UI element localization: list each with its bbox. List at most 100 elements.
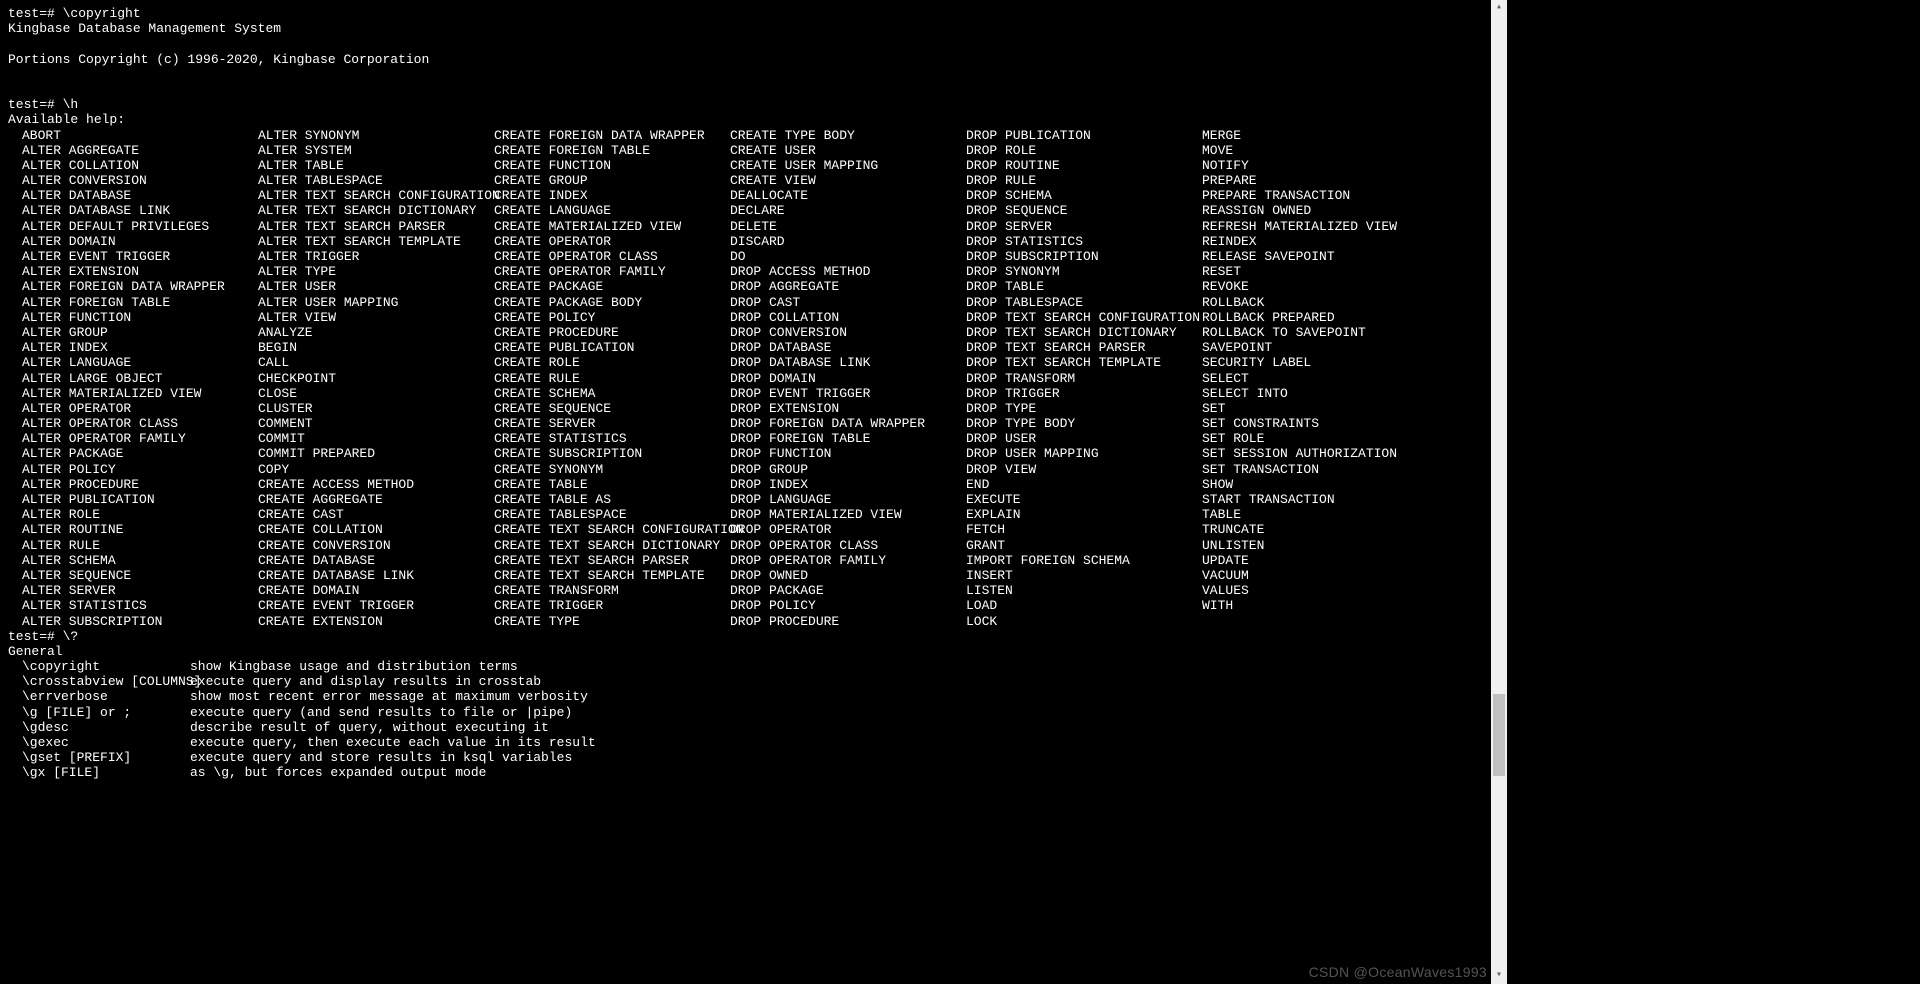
help-topic: START TRANSACTION [1202,492,1335,507]
help-topic: FETCH [966,522,1202,537]
help-topic: ALTER TEXT SEARCH PARSER [258,219,494,234]
help-topic: ALTER FOREIGN TABLE [22,295,258,310]
help-topic: DROP DOMAIN [730,371,966,386]
help-topic: DROP SUBSCRIPTION [966,249,1202,264]
help-row: ALTER COLLATIONALTER TABLECREATE FUNCTIO… [8,158,1499,173]
help-topic: ALTER EVENT TRIGGER [22,249,258,264]
help-topic: DROP OPERATOR FAMILY [730,553,966,568]
help-topic: DROP STATISTICS [966,234,1202,249]
general-cmd-desc: execute query (and send results to file … [190,705,572,720]
help-topic: ALTER TEXT SEARCH TEMPLATE [258,234,494,249]
general-section-label: General [8,644,63,659]
help-topic: ALTER USER MAPPING [258,295,494,310]
help-topic: CREATE MATERIALIZED VIEW [494,219,730,234]
copyright-portions: Portions Copyright (c) 1996-2020, Kingba… [8,52,429,67]
help-topic: ALTER SCHEMA [22,553,258,568]
help-topic: ALTER OPERATOR FAMILY [22,431,258,446]
help-row: ALTER POLICYCOPYCREATE SYNONYMDROP GROUP… [8,462,1499,477]
help-topic: SET SESSION AUTHORIZATION [1202,446,1397,461]
typed-command-h: \h [63,97,79,112]
help-topic: GRANT [966,538,1202,553]
help-row: ALTER ROLECREATE CASTCREATE TABLESPACEDR… [8,507,1499,522]
help-topic: DROP SCHEMA [966,188,1202,203]
terminal-viewport[interactable]: test=# \copyrightKingbase Database Manag… [0,0,1507,984]
help-row: ALTER FOREIGN DATA WRAPPERALTER USERCREA… [8,279,1499,294]
help-topic: SET TRANSACTION [1202,462,1319,477]
help-topic: ALTER TABLE [258,158,494,173]
help-topic: CREATE DOMAIN [258,583,494,598]
help-topic: ROLLBACK [1202,295,1264,310]
help-topic: DROP FOREIGN TABLE [730,431,966,446]
help-topic: ALTER OPERATOR CLASS [22,416,258,431]
help-topic: ALTER SYNONYM [258,128,494,143]
help-topic: CREATE AGGREGATE [258,492,494,507]
help-topic: ABORT [22,128,258,143]
scrollbar-thumb[interactable] [1493,694,1505,776]
help-row: ALTER SCHEMACREATE DATABASECREATE TEXT S… [8,553,1499,568]
help-topic: ALTER OPERATOR [22,401,258,416]
help-topic: DROP ROLE [966,143,1202,158]
scroll-down-arrow-icon[interactable]: ▾ [1491,968,1507,984]
help-topic: CREATE TYPE [494,614,730,629]
help-topic: DROP TEXT SEARCH TEMPLATE [966,355,1202,370]
help-topic: IMPORT FOREIGN SCHEMA [966,553,1202,568]
scroll-up-arrow-icon[interactable]: ▴ [1491,0,1507,16]
scrollbar-track[interactable]: ▴ ▾ [1491,0,1507,984]
help-topic: DROP SYNONYM [966,264,1202,279]
help-topic: COMMIT PREPARED [258,446,494,461]
help-row: ALTER ROUTINECREATE COLLATIONCREATE TEXT… [8,522,1499,537]
help-topic: DROP TRIGGER [966,386,1202,401]
help-row: ALTER STATISTICSCREATE EVENT TRIGGERCREA… [8,598,1499,613]
help-topic: VALUES [1202,583,1249,598]
help-topic: CREATE PROCEDURE [494,325,730,340]
help-topic: SET ROLE [1202,431,1264,446]
general-help-row: \copyrightshow Kingbase usage and distri… [8,659,1499,674]
help-topic: SAVEPOINT [1202,340,1272,355]
help-topic: CREATE OPERATOR FAMILY [494,264,730,279]
general-cmd: \gx [FILE] [22,765,190,780]
help-topic: DELETE [730,219,966,234]
help-topic: DROP FUNCTION [730,446,966,461]
help-topic: SET [1202,401,1225,416]
help-topic: MERGE [1202,128,1241,143]
help-topic: DROP ACCESS METHOD [730,264,966,279]
help-topic: DROP PUBLICATION [966,128,1202,143]
general-help-row: \gset [PREFIX]execute query and store re… [8,750,1499,765]
help-topic: INSERT [966,568,1202,583]
help-topic: DROP TYPE [966,401,1202,416]
help-topic: DROP SERVER [966,219,1202,234]
help-topic: CREATE FOREIGN DATA WRAPPER [494,128,730,143]
help-row: ALTER FUNCTIONALTER VIEWCREATE POLICYDRO… [8,310,1499,325]
help-topic: DISCARD [730,234,966,249]
help-row: ALTER SERVERCREATE DOMAINCREATE TRANSFOR… [8,583,1499,598]
help-topic: ALTER PACKAGE [22,446,258,461]
help-topic: ALTER TRIGGER [258,249,494,264]
general-help-row: \g [FILE] or ;execute query (and send re… [8,705,1499,720]
help-topic: DROP OPERATOR CLASS [730,538,966,553]
help-topic: PREPARE [1202,173,1257,188]
help-topic: CREATE TABLE [494,477,730,492]
general-cmd: \copyright [22,659,190,674]
general-cmd: \gdesc [22,720,190,735]
help-topic: ALTER DATABASE [22,188,258,203]
help-row: ALTER DATABASEALTER TEXT SEARCH CONFIGUR… [8,188,1499,203]
help-row: ABORTALTER SYNONYMCREATE FOREIGN DATA WR… [8,128,1499,143]
help-topic: PREPARE TRANSACTION [1202,188,1350,203]
help-topic: ALTER SYSTEM [258,143,494,158]
help-topic: CREATE EXTENSION [258,614,494,629]
help-topic: CLUSTER [258,401,494,416]
help-row: ALTER CONVERSIONALTER TABLESPACECREATE G… [8,173,1499,188]
help-topic: DROP COLLATION [730,310,966,325]
help-row: ALTER OPERATOR FAMILYCOMMITCREATE STATIS… [8,431,1499,446]
help-topic: DROP ROUTINE [966,158,1202,173]
help-topic: ALTER CONVERSION [22,173,258,188]
help-topic: DROP TEXT SEARCH DICTIONARY [966,325,1202,340]
help-topic: ALTER STATISTICS [22,598,258,613]
help-topic: ALTER LARGE OBJECT [22,371,258,386]
help-topic: DROP OWNED [730,568,966,583]
help-topic: ALTER GROUP [22,325,258,340]
help-topic: CREATE FOREIGN TABLE [494,143,730,158]
help-topic: ALTER FOREIGN DATA WRAPPER [22,279,258,294]
help-topic: MOVE [1202,143,1233,158]
help-topic: DROP USER [966,431,1202,446]
